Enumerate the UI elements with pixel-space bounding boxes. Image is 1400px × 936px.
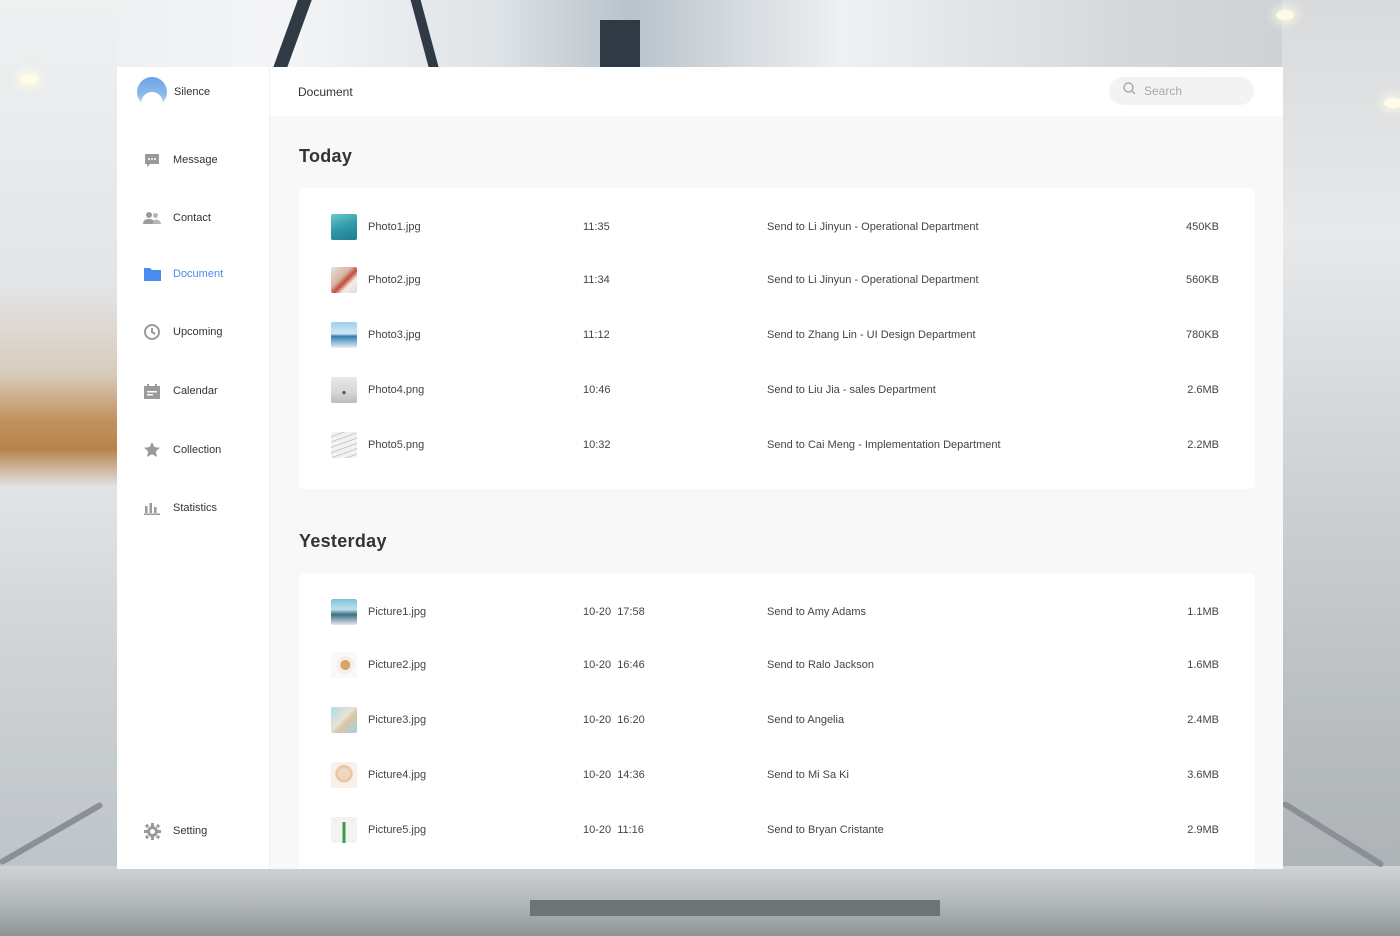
section-title-yesterday: Yesterday bbox=[299, 531, 387, 551]
sidebar-item-label: Document bbox=[173, 268, 224, 280]
file-thumbnail bbox=[331, 817, 357, 843]
file-thumbnail bbox=[331, 322, 357, 348]
file-time: 10-20 17:58 bbox=[583, 606, 645, 618]
sidebar-item-label: Contact bbox=[173, 212, 211, 224]
app-window: Silence Message Contact Document Upcomin… bbox=[117, 67, 1283, 869]
sidebar-item-label: Message bbox=[173, 154, 218, 166]
file-thumbnail bbox=[331, 432, 357, 458]
sidebar-item-label: Upcoming bbox=[173, 326, 223, 338]
search-box[interactable] bbox=[1109, 77, 1254, 105]
file-destination: Send to Li Jinyun - Operational Departme… bbox=[767, 221, 979, 233]
file-destination: Send to Cai Meng - Implementation Depart… bbox=[767, 439, 1001, 451]
table-row[interactable]: Photo1.jpg 11:35 Send to Li Jinyun - Ope… bbox=[299, 212, 1255, 242]
table-row[interactable]: Picture2.jpg 10-20 16:46 Send to Ralo Ja… bbox=[299, 650, 1255, 680]
file-time: 10:46 bbox=[583, 384, 611, 396]
sidebar-item-label: Calendar bbox=[173, 385, 218, 397]
sidebar-item-label: Collection bbox=[173, 444, 222, 456]
file-size: 2.9MB bbox=[1187, 824, 1219, 836]
contact-icon bbox=[143, 209, 161, 227]
file-destination: Send to Amy Adams bbox=[767, 606, 867, 618]
table-row[interactable]: Picture5.jpg 10-20 11:16 Send to Bryan C… bbox=[299, 815, 1255, 845]
user-profile[interactable]: Silence bbox=[137, 77, 210, 107]
search-input[interactable] bbox=[1144, 84, 1244, 98]
sidebar-item-label: Setting bbox=[173, 825, 208, 837]
file-thumbnail bbox=[331, 377, 357, 403]
file-destination: Send to Li Jinyun - Operational Departme… bbox=[767, 274, 979, 286]
file-name: Picture2.jpg bbox=[368, 659, 427, 671]
file-name: Photo4.png bbox=[368, 384, 425, 396]
table-row[interactable]: Picture3.jpg 10-20 16:20 Send to Angelia… bbox=[299, 705, 1255, 735]
file-destination: Send to Liu Jia - sales Department bbox=[767, 384, 936, 396]
star-icon bbox=[143, 441, 161, 459]
file-destination: Send to Mi Sa Ki bbox=[767, 769, 849, 781]
file-size: 450KB bbox=[1185, 221, 1219, 233]
file-thumbnail bbox=[331, 599, 357, 625]
file-destination: Send to Bryan Cristante bbox=[767, 824, 884, 836]
file-size: 3.6MB bbox=[1187, 769, 1219, 781]
file-size: 2.2MB bbox=[1187, 439, 1219, 451]
sidebar-item-calendar[interactable]: Calendar bbox=[143, 382, 218, 400]
top-bar: Document bbox=[270, 67, 1283, 116]
main-content: Document Today Photo1.jpg 11:35 Send to … bbox=[270, 67, 1283, 869]
calendar-icon bbox=[143, 382, 161, 400]
file-list-yesterday: Picture1.jpg 10-20 17:58 Send to Amy Ada… bbox=[299, 573, 1255, 869]
file-destination: Send to Angelia bbox=[767, 714, 845, 726]
section-title-today: Today bbox=[299, 146, 353, 166]
file-name: Picture1.jpg bbox=[368, 606, 427, 618]
table-row[interactable]: Photo4.png 10:46 Send to Liu Jia - sales… bbox=[299, 375, 1255, 405]
clock-icon bbox=[143, 323, 161, 341]
sidebar-item-label: Statistics bbox=[173, 502, 218, 514]
file-time: 10-20 14:36 bbox=[583, 769, 645, 781]
file-name: Photo3.jpg bbox=[368, 329, 421, 341]
file-name: Picture5.jpg bbox=[368, 824, 427, 836]
gear-icon bbox=[143, 822, 161, 840]
file-name: Photo2.jpg bbox=[368, 274, 421, 286]
sidebar-item-contact[interactable]: Contact bbox=[143, 209, 211, 227]
file-name: Photo5.png bbox=[368, 439, 425, 451]
file-list-today: Photo1.jpg 11:35 Send to Li Jinyun - Ope… bbox=[299, 188, 1255, 489]
file-time: 10-20 16:46 bbox=[583, 659, 645, 671]
file-time: 11:12 bbox=[583, 329, 610, 341]
table-row[interactable]: Photo2.jpg 11:34 Send to Li Jinyun - Ope… bbox=[299, 265, 1255, 295]
file-size: 1.6MB bbox=[1187, 659, 1219, 671]
file-size: 1.1MB bbox=[1187, 606, 1219, 618]
sidebar-item-message[interactable]: Message bbox=[143, 151, 218, 169]
profile-name: Silence bbox=[174, 86, 211, 98]
table-row[interactable]: Photo3.jpg 11:12 Send to Zhang Lin - UI … bbox=[299, 320, 1255, 350]
table-row[interactable]: Picture4.jpg 10-20 14:36 Send to Mi Sa K… bbox=[299, 760, 1255, 790]
file-time: 11:35 bbox=[583, 221, 610, 233]
file-size: 2.4MB bbox=[1187, 714, 1219, 726]
file-name: Picture4.jpg bbox=[368, 769, 427, 781]
file-thumbnail bbox=[331, 762, 357, 788]
sidebar: Silence Message Contact Document Upcomin… bbox=[117, 67, 270, 869]
avatar[interactable] bbox=[137, 77, 167, 107]
sidebar-item-collection[interactable]: Collection bbox=[143, 441, 221, 459]
bar-chart-icon bbox=[143, 499, 161, 517]
search-icon bbox=[1123, 82, 1136, 100]
file-thumbnail bbox=[331, 267, 357, 293]
file-destination: Send to Zhang Lin - UI Design Department bbox=[767, 329, 976, 341]
sidebar-item-setting[interactable]: Setting bbox=[143, 822, 207, 840]
folder-icon bbox=[143, 265, 161, 283]
file-time: 10-20 11:16 bbox=[583, 824, 644, 836]
file-thumbnail bbox=[331, 707, 357, 733]
file-thumbnail bbox=[331, 652, 357, 678]
sidebar-item-upcoming[interactable]: Upcoming bbox=[143, 323, 223, 341]
file-time: 11:34 bbox=[583, 274, 610, 286]
file-size: 2.6MB bbox=[1187, 384, 1219, 396]
sidebar-item-document[interactable]: Document bbox=[143, 265, 223, 283]
file-time: 10-20 16:20 bbox=[583, 714, 645, 726]
table-row[interactable]: Photo5.png 10:32 Send to Cai Meng - Impl… bbox=[299, 430, 1255, 460]
file-name: Photo1.jpg bbox=[368, 221, 421, 233]
file-size: 560KB bbox=[1185, 274, 1219, 286]
file-size: 780KB bbox=[1185, 329, 1219, 341]
message-icon bbox=[143, 151, 161, 169]
file-thumbnail bbox=[331, 214, 357, 240]
file-destination: Send to Ralo Jackson bbox=[767, 659, 875, 671]
sidebar-item-statistics[interactable]: Statistics bbox=[143, 499, 217, 517]
table-row[interactable]: Picture1.jpg 10-20 17:58 Send to Amy Ada… bbox=[299, 597, 1255, 627]
file-name: Picture3.jpg bbox=[368, 714, 427, 726]
page-title: Document bbox=[298, 84, 353, 99]
file-time: 10:32 bbox=[583, 439, 611, 451]
